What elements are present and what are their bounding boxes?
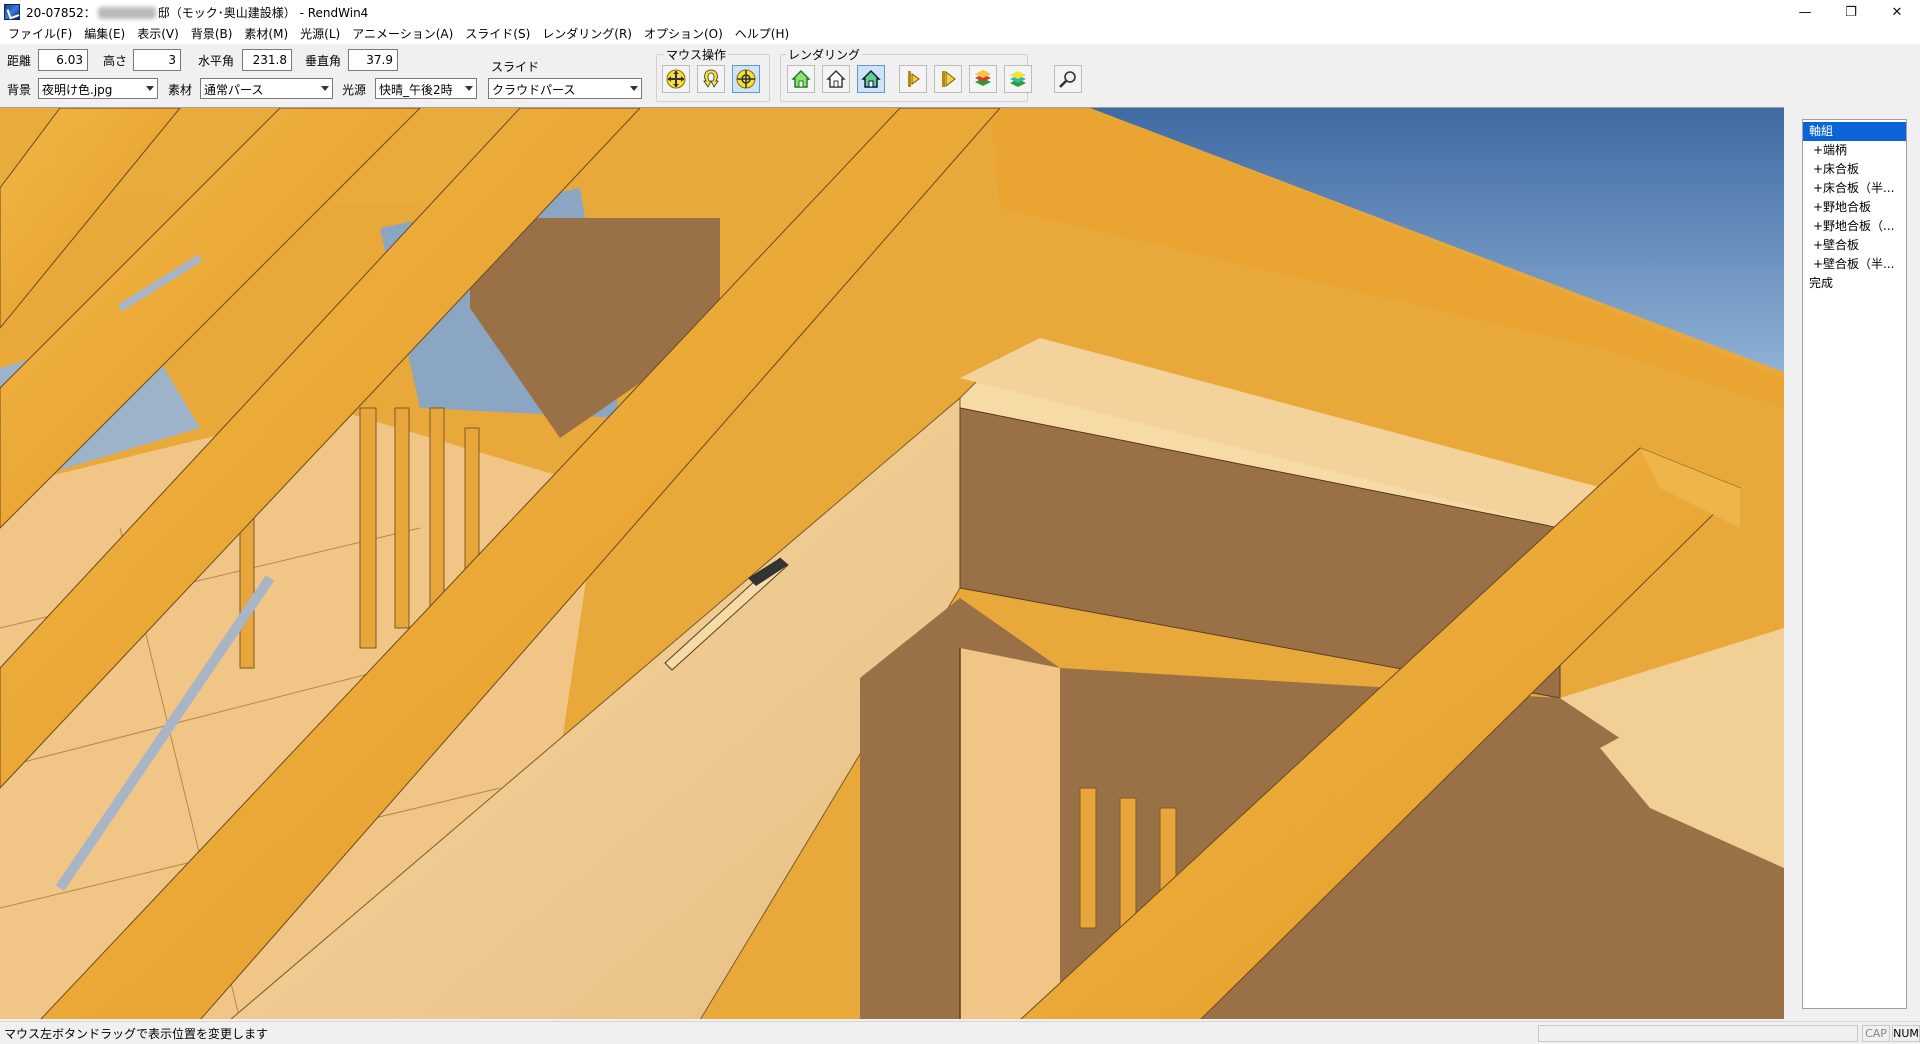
menu-slide[interactable]: スライド(S) <box>459 24 536 44</box>
mouse-operation-label: マウス操作 <box>664 46 729 63</box>
window-title-suffix: 邸（モック･奥山建設様） - RendWin4 <box>157 5 369 20</box>
light-select-value: 快晴_午後2時 <box>379 83 453 97</box>
layer-tree: 軸組 +端柄 +床合板 +床合板（半... +野地合板 +野地合板（... +壁… <box>1802 119 1907 1009</box>
step-forward-button[interactable] <box>934 65 962 93</box>
tree-item-floor-plywood-half[interactable]: +床合板（半... <box>1803 179 1906 198</box>
menu-animation[interactable]: アニメーション(A) <box>346 24 459 44</box>
zoom-button[interactable] <box>1054 65 1082 93</box>
vertical-angle-label: 垂直角 <box>305 54 342 68</box>
tree-item-roof-plywood[interactable]: +野地合板 <box>1803 198 1906 217</box>
menu-view[interactable]: 表示(V) <box>131 24 185 44</box>
horizontal-angle-input[interactable]: 231.8 <box>242 49 292 71</box>
background-select[interactable]: 夜明け色.jpg <box>38 78 158 99</box>
light-label: 光源 <box>342 83 367 97</box>
status-bar: マウス左ボタンドラッグで表示位置を変更します CAP NUM <box>0 1021 1920 1044</box>
height-label: 高さ <box>103 54 128 68</box>
window-controls: — ❐ ✕ <box>1782 0 1920 24</box>
menu-file[interactable]: ファイル(F) <box>2 24 78 44</box>
chevron-down-icon <box>630 86 638 91</box>
render-color-house-button[interactable] <box>787 65 815 93</box>
cap-indicator: CAP <box>1862 1025 1890 1042</box>
pan-button[interactable] <box>662 65 690 93</box>
house-color-icon <box>791 70 811 88</box>
orbit-icon <box>703 69 719 88</box>
num-indicator: NUM <box>1892 1025 1920 1042</box>
layers-icon <box>975 70 991 86</box>
slide-select-value: クラウドパース <box>492 83 576 97</box>
render-viewport[interactable] <box>0 107 1784 1019</box>
toolbar: 距離 6.03 高さ 3 水平角 231.8 垂直角 37.9 背景 夜明け色.… <box>0 44 1920 104</box>
chevron-down-icon <box>146 86 154 91</box>
step-icon <box>908 71 920 87</box>
menu-bar: ファイル(F) 編集(E) 表示(V) 背景(B) 素材(M) 光源(L) アニ… <box>0 24 1920 44</box>
tree-item-framing[interactable]: 軸組 <box>1803 122 1906 141</box>
chevron-down-icon <box>465 86 473 91</box>
chevron-down-icon <box>321 86 329 91</box>
tree-item-roof-plywood-half[interactable]: +野地合板（... <box>1803 217 1906 236</box>
layers-green-button[interactable] <box>1004 65 1032 93</box>
layers-stack-icon <box>1010 71 1026 87</box>
height-input[interactable]: 3 <box>133 49 181 71</box>
window-title-prefix: 20-07852： <box>26 5 96 20</box>
background-select-value: 夜明け色.jpg <box>42 83 113 97</box>
orbit-button[interactable] <box>697 65 725 93</box>
vertical-angle-input[interactable]: 37.9 <box>348 49 398 71</box>
menu-light[interactable]: 光源(L) <box>294 24 346 44</box>
move-icon <box>736 69 756 89</box>
house-shaded-icon <box>861 70 881 88</box>
step-back-button[interactable] <box>899 65 927 93</box>
menu-help[interactable]: ヘルプ(H) <box>729 24 795 44</box>
layers-red-button[interactable] <box>969 65 997 93</box>
material-label: 素材 <box>168 83 193 97</box>
light-select[interactable]: 快晴_午後2時 <box>375 78 477 99</box>
house-outline-icon <box>826 70 846 88</box>
window-title: 20-07852： 邸（モック･奥山建設様） - RendWin4 <box>26 4 368 21</box>
framing-render <box>0 108 1784 1019</box>
tree-item-floor-plywood[interactable]: +床合板 <box>1803 160 1906 179</box>
menu-rendering[interactable]: レンダリング(R) <box>536 24 638 44</box>
blurred-name <box>97 7 156 19</box>
horizontal-angle-label: 水平角 <box>198 54 235 68</box>
menu-background[interactable]: 背景(B) <box>185 24 239 44</box>
title-bar: 20-07852： 邸（モック･奥山建設様） - RendWin4 — ❐ ✕ <box>0 0 1920 24</box>
slide-select[interactable]: クラウドパース <box>488 78 642 99</box>
pan-icon <box>666 69 686 89</box>
menu-options[interactable]: オプション(O) <box>638 24 729 44</box>
tree-item-wall-plywood[interactable]: +壁合板 <box>1803 236 1906 255</box>
slide-label: スライド <box>491 60 540 74</box>
restore-button[interactable]: ❐ <box>1828 0 1874 24</box>
tree-item-endgrain[interactable]: +端柄 <box>1803 141 1906 160</box>
distance-input[interactable]: 6.03 <box>38 49 88 71</box>
rendering-label: レンダリング <box>786 46 863 63</box>
material-select[interactable]: 通常パース <box>200 78 333 99</box>
menu-material[interactable]: 素材(M) <box>238 24 294 44</box>
menu-edit[interactable]: 編集(E) <box>78 24 131 44</box>
magnifier-icon <box>1059 71 1076 88</box>
background-label: 背景 <box>7 83 32 97</box>
status-message: マウス左ボタンドラッグで表示位置を変更します <box>4 1027 269 1041</box>
tree-item-wall-plywood-half[interactable]: +壁合板（半... <box>1803 255 1906 274</box>
distance-label: 距離 <box>7 54 32 68</box>
app-icon[interactable] <box>4 4 20 20</box>
render-outline-house-button[interactable] <box>822 65 850 93</box>
status-pane-blank <box>1538 1025 1858 1042</box>
play-step-icon <box>942 70 956 88</box>
material-select-value: 通常パース <box>204 83 264 97</box>
tree-item-complete[interactable]: 完成 <box>1803 274 1906 293</box>
move-button[interactable] <box>732 65 760 93</box>
minimize-button[interactable]: — <box>1782 0 1828 24</box>
close-button[interactable]: ✕ <box>1874 0 1920 24</box>
render-shaded-house-button[interactable] <box>857 65 885 93</box>
